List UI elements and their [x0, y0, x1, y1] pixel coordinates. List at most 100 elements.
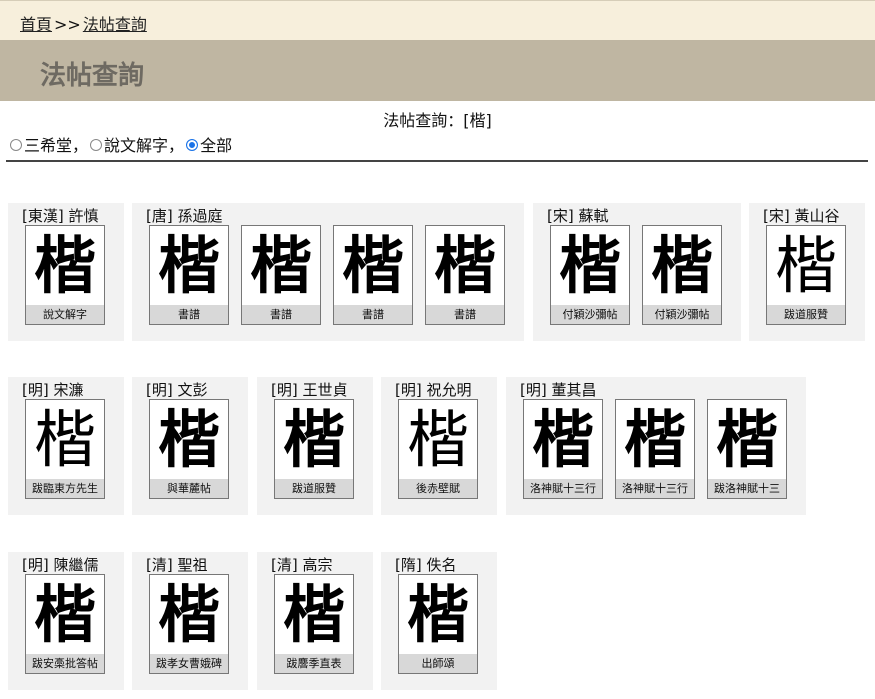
calligrapher-group: [明] 陳繼儒楷跋安槀批答帖	[8, 552, 124, 690]
glyph-image: 楷	[341, 229, 404, 302]
filter-option-sanxitang[interactable]: 三希堂，	[10, 132, 88, 156]
calligrapher-group: [隋] 佚名楷出師頌	[381, 552, 497, 690]
calligrapher-group: [清] 高宗楷跋麐季直表	[257, 552, 373, 690]
calligrapher-name: [明] 陳繼儒	[22, 556, 99, 574]
filter-label: 三希堂	[24, 136, 73, 155]
calligrapher-name: [清] 高宗	[271, 556, 333, 574]
sample-caption: 跋麐季直表	[275, 654, 353, 673]
sample-caption: 付穎沙彌帖	[643, 305, 721, 324]
calligrapher-group: [清] 聖祖楷跋孝女曹娥碑	[132, 552, 248, 690]
sample-caption: 跋孝女曹娥碑	[150, 654, 228, 673]
calligrapher-name: [宋] 蘇軾	[547, 207, 609, 225]
glyph-image: 楷	[715, 403, 778, 476]
sample-caption: 洛神賦十三行	[616, 479, 694, 498]
radio-all[interactable]	[186, 139, 199, 151]
sample-caption: 書譜	[150, 305, 228, 324]
sample-caption: 跋臨東方先生	[26, 479, 104, 498]
title-banner: 法帖查詢	[0, 40, 875, 101]
glyph-image: 楷	[282, 403, 345, 476]
calligraphy-sample[interactable]: 楷說文解字	[25, 225, 105, 325]
glyph-image: 楷	[531, 403, 594, 476]
filter-label: 說文解字	[104, 136, 169, 155]
breadcrumb-separator: >>	[54, 15, 81, 34]
sample-caption: 說文解字	[26, 305, 104, 324]
glyph-image: 楷	[33, 578, 96, 651]
radio-sanxitang[interactable]	[10, 139, 22, 151]
filter-separator: ，	[168, 136, 185, 155]
sample-caption: 書譜	[334, 305, 412, 324]
sample-caption: 後赤壁賦	[399, 479, 477, 498]
calligrapher-group: [宋] 蘇軾楷付穎沙彌帖楷付穎沙彌帖	[533, 203, 741, 341]
calligrapher-name: [明] 宋濂	[22, 381, 84, 399]
calligrapher-name: [明] 祝允明	[395, 381, 472, 399]
calligrapher-group: [明] 王世貞楷跋道服贊	[257, 377, 373, 515]
calligrapher-group: [明] 文彭楷與華麓帖	[132, 377, 248, 515]
calligrapher-name: [明] 王世貞	[271, 381, 348, 399]
calligraphy-sample[interactable]: 楷書譜	[333, 225, 413, 325]
calligraphy-sample[interactable]: 楷付穎沙彌帖	[642, 225, 722, 325]
source-filter: 三希堂， 說文解字， 全部	[10, 132, 234, 156]
glyph-image: 楷	[650, 229, 713, 302]
calligraphy-sample[interactable]: 楷付穎沙彌帖	[550, 225, 630, 325]
sample-caption: 書譜	[426, 305, 504, 324]
calligrapher-name: [宋] 黃山谷	[763, 207, 840, 225]
query-heading: 法帖查詢：[楷]	[383, 111, 492, 130]
calligrapher-name: [唐] 孫過庭	[146, 207, 223, 225]
calligraphy-sample[interactable]: 楷洛神賦十三行	[523, 399, 603, 499]
calligrapher-group: [宋] 黃山谷楷跋道服贊	[749, 203, 865, 341]
glyph-image: 楷	[406, 578, 469, 651]
calligraphy-sample[interactable]: 楷跋麐季直表	[274, 574, 354, 674]
glyph-image: 楷	[433, 229, 496, 302]
filter-separator: ，	[72, 136, 89, 155]
calligraphy-sample[interactable]: 楷洛神賦十三行	[615, 399, 695, 499]
sample-caption: 出師頌	[399, 654, 477, 673]
calligraphy-sample[interactable]: 楷書譜	[425, 225, 505, 325]
sample-caption: 跋洛神賦十三	[708, 479, 786, 498]
radio-shuowen[interactable]	[90, 139, 103, 151]
filter-label: 全部	[200, 136, 233, 155]
filter-option-all[interactable]: 全部	[186, 132, 232, 156]
sample-caption: 洛神賦十三行	[524, 479, 602, 498]
calligrapher-name: [隋] 佚名	[395, 556, 457, 574]
calligrapher-group: [唐] 孫過庭楷書譜楷書譜楷書譜楷書譜	[132, 203, 524, 341]
filter-option-shuowen[interactable]: 說文解字，	[90, 132, 184, 156]
calligraphy-sample[interactable]: 楷後赤壁賦	[398, 399, 478, 499]
page-title: 法帖查詢	[40, 61, 145, 91]
calligrapher-name: [明] 董其昌	[520, 381, 597, 399]
glyph-image: 楷	[623, 403, 686, 476]
calligraphy-sample[interactable]: 楷書譜	[149, 225, 229, 325]
glyph-image: 楷	[406, 403, 469, 476]
calligrapher-group: [東漢] 許慎楷說文解字	[8, 203, 124, 341]
calligraphy-sample[interactable]: 楷跋道服贊	[274, 399, 354, 499]
calligrapher-name: [清] 聖祖	[146, 556, 208, 574]
calligraphy-sample[interactable]: 楷跋安槀批答帖	[25, 574, 105, 674]
sample-caption: 付穎沙彌帖	[551, 305, 629, 324]
calligraphy-sample[interactable]: 楷跋孝女曹娥碑	[149, 574, 229, 674]
calligrapher-name: [明] 文彭	[146, 381, 208, 399]
glyph-image: 楷	[157, 403, 220, 476]
calligrapher-group: [明] 宋濂楷跋臨東方先生	[8, 377, 124, 515]
glyph-image: 楷	[249, 229, 312, 302]
calligraphy-sample[interactable]: 楷跋洛神賦十三	[707, 399, 787, 499]
glyph-image: 楷	[282, 578, 345, 651]
breadcrumb-bar: 首頁 >> 法帖查詢	[0, 0, 875, 40]
sample-caption: 跋道服贊	[767, 305, 845, 324]
glyph-image: 楷	[157, 229, 220, 302]
divider	[6, 160, 868, 162]
breadcrumb-current-link[interactable]: 法帖查詢	[83, 15, 147, 34]
glyph-image: 楷	[558, 229, 621, 302]
glyph-image: 楷	[774, 229, 837, 302]
calligraphy-sample[interactable]: 楷出師頌	[398, 574, 478, 674]
calligraphy-sample[interactable]: 楷書譜	[241, 225, 321, 325]
calligrapher-name: [東漢] 許慎	[22, 207, 99, 225]
calligraphy-sample[interactable]: 楷跋道服贊	[766, 225, 846, 325]
glyph-image: 楷	[33, 229, 96, 302]
sample-caption: 與華麓帖	[150, 479, 228, 498]
calligrapher-group: [明] 祝允明楷後赤壁賦	[381, 377, 497, 515]
calligrapher-group: [明] 董其昌楷洛神賦十三行楷洛神賦十三行楷跋洛神賦十三	[506, 377, 806, 515]
breadcrumb-home-link[interactable]: 首頁	[20, 15, 52, 34]
glyph-image: 楷	[157, 578, 220, 651]
sample-caption: 跋安槀批答帖	[26, 654, 104, 673]
calligraphy-sample[interactable]: 楷與華麓帖	[149, 399, 229, 499]
calligraphy-sample[interactable]: 楷跋臨東方先生	[25, 399, 105, 499]
